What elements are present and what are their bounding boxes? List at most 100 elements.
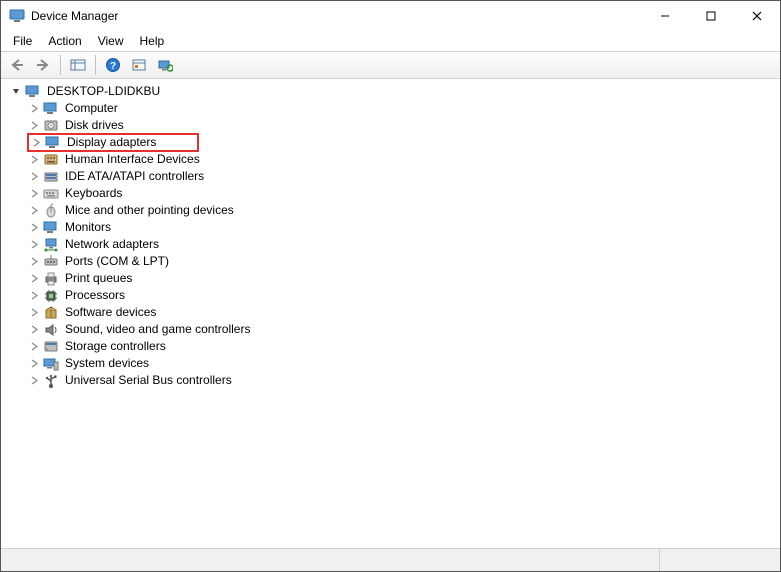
tree-item[interactable]: Sound, video and game controllers bbox=[27, 321, 780, 338]
scan-icon bbox=[157, 58, 173, 72]
chevron-right-icon[interactable] bbox=[27, 274, 41, 283]
chevron-right-icon[interactable] bbox=[27, 240, 41, 249]
chevron-right-icon[interactable] bbox=[27, 189, 41, 198]
device-tree-pane[interactable]: DESKTOP-LDIDKBU ComputerDisk drivesDispl… bbox=[1, 79, 780, 549]
chevron-down-icon[interactable] bbox=[9, 87, 23, 96]
storage-icon bbox=[43, 339, 59, 355]
chevron-right-icon[interactable] bbox=[27, 155, 41, 164]
toolbar-separator bbox=[60, 55, 61, 75]
monitor-icon bbox=[43, 101, 59, 117]
tree-item[interactable]: Storage controllers bbox=[27, 338, 780, 355]
chevron-right-icon[interactable] bbox=[27, 172, 41, 181]
chevron-right-icon[interactable] bbox=[27, 257, 41, 266]
tree-item[interactable]: Software devices bbox=[27, 304, 780, 321]
toolbar-properties-button[interactable] bbox=[127, 54, 151, 76]
chevron-right-icon[interactable] bbox=[27, 376, 41, 385]
toolbar-show-hidden-button[interactable] bbox=[66, 54, 90, 76]
tree-item[interactable]: Mice and other pointing devices bbox=[27, 202, 780, 219]
tree-item[interactable]: Disk drives bbox=[27, 117, 780, 134]
tree-item-label: Universal Serial Bus controllers bbox=[63, 372, 234, 389]
tree-item[interactable]: Ports (COM & LPT) bbox=[27, 253, 780, 270]
chevron-right-icon[interactable] bbox=[27, 359, 41, 368]
tree-item[interactable]: Monitors bbox=[27, 219, 780, 236]
tree-item-label: Monitors bbox=[63, 219, 113, 236]
toolbar-separator bbox=[95, 55, 96, 75]
chevron-right-icon[interactable] bbox=[27, 342, 41, 351]
properties-icon bbox=[131, 58, 147, 72]
port-icon bbox=[43, 254, 59, 270]
window-title: Device Manager bbox=[31, 9, 118, 23]
device-tree: DESKTOP-LDIDKBU ComputerDisk drivesDispl… bbox=[5, 83, 780, 389]
tree-item-label: Human Interface Devices bbox=[63, 151, 202, 168]
menu-view[interactable]: View bbox=[90, 32, 132, 50]
tree-item[interactable]: IDE ATA/ATAPI controllers bbox=[27, 168, 780, 185]
app-icon bbox=[9, 8, 25, 24]
window-controls bbox=[642, 1, 780, 31]
cpu-icon bbox=[43, 288, 59, 304]
tree-item-label: Ports (COM & LPT) bbox=[63, 253, 171, 270]
chevron-right-icon[interactable] bbox=[27, 104, 41, 113]
menubar: File Action View Help bbox=[1, 31, 780, 51]
menu-action[interactable]: Action bbox=[40, 32, 89, 50]
svg-text:?: ? bbox=[110, 61, 116, 72]
tree-root[interactable]: DESKTOP-LDIDKBU ComputerDisk drivesDispl… bbox=[9, 83, 780, 389]
tree-item-label: Print queues bbox=[63, 270, 134, 287]
tree-item-label: Sound, video and game controllers bbox=[63, 321, 252, 338]
tree-item[interactable]: Keyboards bbox=[27, 185, 780, 202]
sound-icon bbox=[43, 322, 59, 338]
tree-item-label: Network adapters bbox=[63, 236, 161, 253]
status-cell bbox=[660, 549, 780, 571]
tree-item-label: IDE ATA/ATAPI controllers bbox=[63, 168, 206, 185]
toolbar-scan-button[interactable] bbox=[153, 54, 177, 76]
toolbar-back-button[interactable] bbox=[5, 54, 29, 76]
maximize-button[interactable] bbox=[688, 1, 734, 31]
show-hidden-icon bbox=[70, 58, 86, 72]
chevron-right-icon[interactable] bbox=[27, 121, 41, 130]
menu-file[interactable]: File bbox=[5, 32, 40, 50]
chevron-right-icon[interactable] bbox=[27, 206, 41, 215]
tree-item[interactable]: Display adapters bbox=[27, 133, 780, 152]
titlebar: Device Manager bbox=[1, 1, 780, 31]
tree-item-label: Mice and other pointing devices bbox=[63, 202, 236, 219]
chevron-right-icon[interactable] bbox=[27, 325, 41, 334]
tree-item[interactable]: Print queues bbox=[27, 270, 780, 287]
system-icon bbox=[43, 356, 59, 372]
network-icon bbox=[43, 237, 59, 253]
usb-icon bbox=[43, 373, 59, 389]
help-icon: ? bbox=[105, 57, 121, 73]
minimize-button[interactable] bbox=[642, 1, 688, 31]
ide-icon bbox=[43, 169, 59, 185]
forward-icon bbox=[35, 58, 51, 72]
close-button[interactable] bbox=[734, 1, 780, 31]
tree-item-label: Software devices bbox=[63, 304, 158, 321]
chevron-right-icon[interactable] bbox=[27, 308, 41, 317]
tree-item[interactable]: Human Interface Devices bbox=[27, 151, 780, 168]
disk-icon bbox=[43, 118, 59, 134]
chevron-right-icon[interactable] bbox=[27, 223, 41, 232]
tree-item-label: Computer bbox=[63, 100, 120, 117]
computer-icon bbox=[25, 84, 41, 100]
tree-item[interactable]: System devices bbox=[27, 355, 780, 372]
chevron-right-icon[interactable] bbox=[29, 138, 43, 147]
statusbar bbox=[1, 549, 780, 571]
tree-item-label: Processors bbox=[63, 287, 127, 304]
tree-item-label: Display adapters bbox=[65, 134, 158, 151]
printer-icon bbox=[43, 271, 59, 287]
mouse-icon bbox=[43, 203, 59, 219]
tree-item[interactable]: Universal Serial Bus controllers bbox=[27, 372, 780, 389]
tree-item-label: System devices bbox=[63, 355, 151, 372]
software-icon bbox=[43, 305, 59, 321]
chevron-right-icon[interactable] bbox=[27, 291, 41, 300]
toolbar-forward-button[interactable] bbox=[31, 54, 55, 76]
tree-item-label: Disk drives bbox=[63, 117, 126, 134]
menu-help[interactable]: Help bbox=[132, 32, 173, 50]
toolbar: ? bbox=[1, 51, 780, 79]
tree-item-label: Storage controllers bbox=[63, 338, 168, 355]
tree-item[interactable]: Processors bbox=[27, 287, 780, 304]
status-cell bbox=[1, 549, 660, 571]
tree-item[interactable]: Network adapters bbox=[27, 236, 780, 253]
monitor-icon bbox=[43, 220, 59, 236]
tree-item[interactable]: Computer bbox=[27, 100, 780, 117]
tree-root-label: DESKTOP-LDIDKBU bbox=[45, 83, 162, 100]
toolbar-help-button[interactable]: ? bbox=[101, 54, 125, 76]
